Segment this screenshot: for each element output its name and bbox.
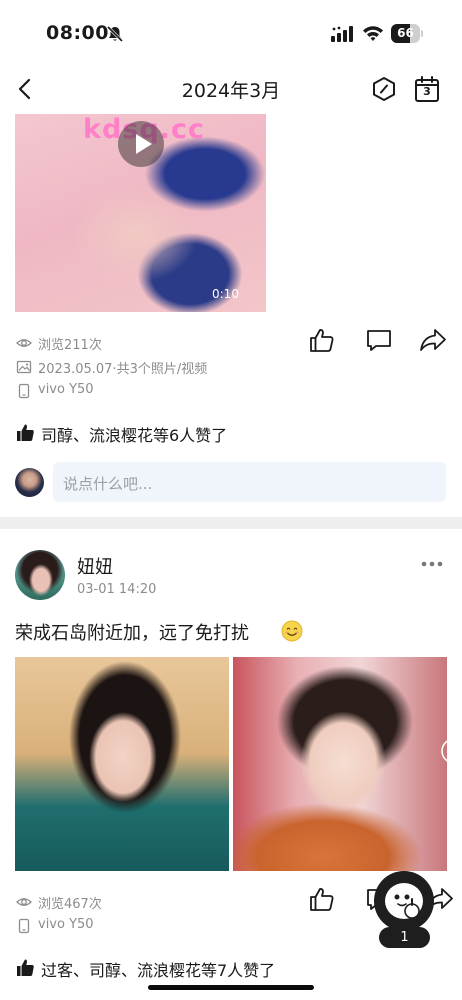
calendar-day: 3 — [423, 85, 431, 98]
likes-text: 司醇、流浪樱花等6人赞了 — [41, 426, 228, 445]
video-duration: 0:10 — [212, 287, 239, 301]
bell-slash-icon — [106, 25, 124, 43]
comment-input[interactable]: 说点什么吧... — [53, 462, 446, 502]
thumbs-up-icon[interactable] — [308, 326, 336, 354]
post-text: 荣成石岛附近加，远了免打扰 — [15, 623, 249, 644]
author-avatar[interactable] — [15, 550, 65, 600]
assistant-button[interactable] — [374, 871, 434, 931]
play-icon[interactable] — [118, 121, 164, 167]
post-photo-1[interactable] — [15, 657, 229, 871]
post-photo-2[interactable] — [233, 657, 447, 871]
share-icon[interactable] — [419, 326, 447, 354]
thumbs-up-icon[interactable] — [308, 885, 336, 913]
section-divider — [0, 517, 462, 529]
album-icon — [16, 360, 32, 374]
hexagon-icon[interactable] — [371, 76, 397, 102]
view-count-text: 浏览211次 — [38, 338, 102, 353]
more-icon[interactable] — [420, 558, 444, 570]
assistant-badge[interactable]: 1 — [379, 927, 430, 948]
thumbs-up-filled-icon — [17, 424, 34, 441]
smile-emoji-icon — [281, 620, 303, 642]
phone-icon — [18, 918, 30, 934]
album-info-text: 2023.05.07·共3个照片/视频 — [38, 362, 208, 377]
battery-level: 66 — [397, 26, 414, 40]
eye-icon — [16, 339, 32, 347]
avatar — [15, 468, 44, 497]
view-count-text: 浏览467次 — [38, 897, 102, 912]
device-info-text: vivo Y50 — [38, 917, 94, 932]
assistant-mascot-icon — [385, 883, 423, 919]
eye-icon — [16, 898, 32, 906]
status-time: 08:00 — [46, 22, 109, 44]
likes-text: 过客、司醇、流浪樱花等7人赞了 — [41, 961, 276, 980]
thumbs-up-filled-icon — [17, 959, 34, 976]
battery-icon: 66 — [391, 24, 423, 43]
status-bar: 08:00 66 — [0, 0, 462, 64]
author-name[interactable]: 妞妞 — [77, 553, 113, 579]
post-time: 03-01 14:20 — [77, 582, 157, 597]
device-info-text: vivo Y50 — [38, 382, 94, 397]
chevron-edge-icon — [441, 738, 454, 764]
home-indicator[interactable] — [148, 985, 314, 990]
comment-placeholder: 说点什么吧... — [63, 475, 153, 493]
calendar-icon[interactable]: 3 — [414, 75, 440, 103]
comment-icon[interactable] — [365, 326, 393, 354]
wifi-icon — [363, 26, 383, 41]
nav-bar: 2024年3月 3 — [0, 64, 462, 114]
signal-icon — [331, 26, 353, 42]
phone-icon — [18, 383, 30, 399]
